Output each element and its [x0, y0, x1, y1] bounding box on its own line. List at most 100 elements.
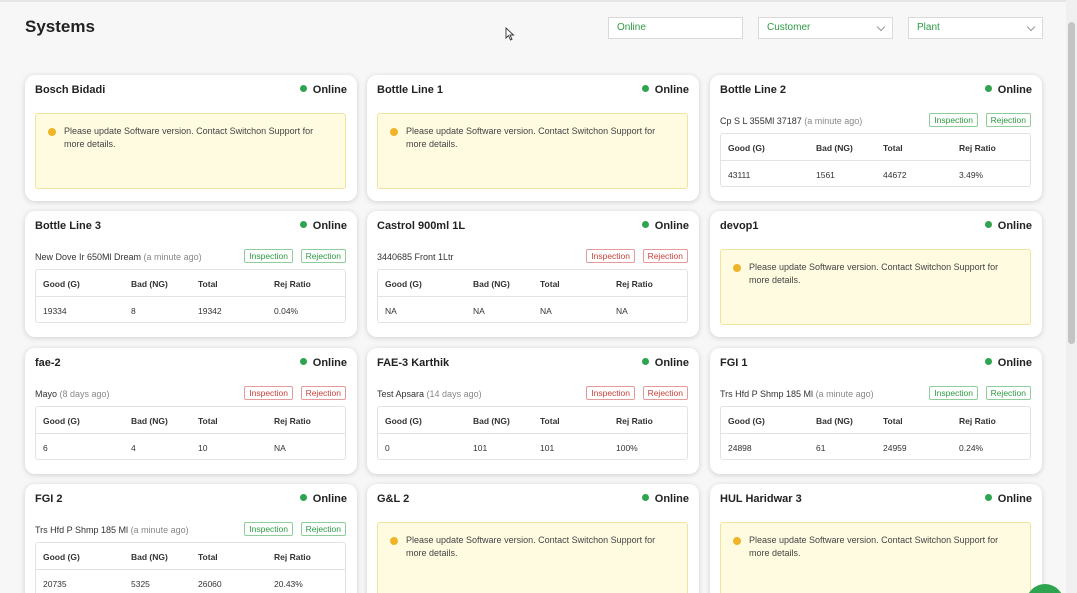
chevron-down-icon [1026, 22, 1036, 32]
system-card[interactable]: Castrol 900ml 1L Online 3440685 Front 1Ltr… [367, 211, 699, 337]
table-row: NA NA NA NA [378, 297, 687, 324]
column-header: Rej Ratio [616, 416, 653, 426]
rejection-tag[interactable]: Rejection [300, 249, 346, 263]
system-card[interactable]: G&L 2 Online Please update Software versio… [367, 484, 699, 593]
table-cell: 24898 [728, 443, 752, 453]
inspection-tag[interactable]: Inspection [929, 113, 978, 127]
table-cell: NA [385, 306, 397, 316]
system-name: Castrol 900ml 1L [377, 220, 466, 232]
table-cell: 19342 [198, 306, 222, 316]
rejection-tag[interactable]: Rejection [642, 249, 688, 263]
column-header: Total [540, 416, 560, 426]
table-row: 19334 8 19342 0.04% [36, 297, 345, 324]
system-card[interactable]: FGI 1 Online Trs Hfd P Shmp 185 Ml (a minu… [710, 348, 1042, 474]
system-name: Bottle Line 2 [720, 84, 787, 96]
column-header: Bad (NG) [816, 416, 853, 426]
status-badge: Online [299, 493, 347, 505]
product-name: Cp S L 355Ml 37187 (a minute ago) [720, 116, 862, 126]
system-name: FGI 1 [720, 357, 748, 369]
warning-dot-icon [733, 537, 741, 545]
last-updated: (a minute ago) [804, 116, 863, 126]
system-name: HUL Haridwar 3 [720, 493, 802, 505]
column-header: Rej Ratio [959, 143, 996, 153]
status-label: Online [997, 220, 1032, 232]
table-cell: 8 [131, 306, 136, 316]
system-card[interactable]: FGI 2 Online Trs Hfd P Shmp 185 Ml (a minu… [25, 484, 357, 593]
last-updated: (14 days ago) [426, 389, 482, 399]
online-status-dot [984, 221, 992, 228]
inspection-tag[interactable]: Inspection [244, 249, 293, 263]
column-header: Rej Ratio [274, 552, 311, 562]
status-label: Online [654, 493, 689, 505]
product-label: Mayo [35, 389, 58, 399]
online-status-dot [641, 494, 649, 501]
inspection-tag[interactable]: Inspection [586, 249, 635, 263]
system-card[interactable]: FAE-3 Karthik Online Test Apsara (14 days … [367, 348, 699, 474]
status-badge: Online [984, 220, 1032, 232]
status-badge: Online [984, 357, 1032, 369]
system-card[interactable]: devop1 Online Please update Software versi… [710, 211, 1042, 337]
status-label: Online [997, 357, 1032, 369]
table-cell: 0.04% [274, 306, 299, 316]
status-badge: Online [299, 220, 347, 232]
rejection-tag[interactable]: Rejection [300, 386, 346, 400]
system-name: Bottle Line 3 [35, 220, 102, 232]
table-cell: NA [473, 306, 485, 316]
column-header: Total [883, 416, 903, 426]
stats-table: Good (G) Bad (NG) Total Rej Ratio 0 101 101 100… [377, 406, 688, 460]
column-header: Total [198, 416, 218, 426]
status-filter-select[interactable]: Online [608, 17, 743, 39]
status-badge: Online [299, 357, 347, 369]
rejection-tag[interactable]: Rejection [642, 386, 688, 400]
plant-filter-placeholder: Plant [917, 22, 940, 33]
online-status-dot [984, 85, 992, 92]
plant-filter-select[interactable]: Plant [908, 17, 1043, 39]
product-label: Test Apsara [377, 389, 425, 399]
software-warning: Please update Software version. Contact … [377, 113, 688, 189]
rejection-tag[interactable]: Rejection [300, 522, 346, 536]
stats-table: Good (G) Bad (NG) Total Rej Ratio 43111 1561 4… [720, 133, 1031, 187]
column-header: Good (G) [728, 143, 765, 153]
table-cell: 1561 [816, 170, 835, 180]
inspection-tag[interactable]: Inspection [586, 386, 635, 400]
status-filter-value: Online [617, 22, 646, 33]
system-card[interactable]: Bottle Line 2 Online Cp S L 355Ml 37187 (a… [710, 75, 1042, 201]
online-status-dot [641, 358, 649, 365]
system-card[interactable]: fae-2 Online Mayo (8 days ago) Inspection Re… [25, 348, 357, 474]
status-label: Online [312, 357, 347, 369]
inspection-tag[interactable]: Inspection [244, 386, 293, 400]
system-card[interactable]: Bottle Line 3 Online New Dove Ir 650Ml Dre… [25, 211, 357, 337]
software-warning: Please update Software version. Contact … [377, 522, 688, 593]
last-updated: (8 days ago) [59, 389, 110, 399]
system-card[interactable]: HUL Haridwar 3 Online Please update Softwa… [710, 484, 1042, 593]
column-header: Bad (NG) [131, 279, 168, 289]
table-cell: NA [540, 306, 552, 316]
scrollbar-thumb[interactable] [1068, 22, 1075, 344]
product-name: Mayo (8 days ago) [35, 389, 110, 399]
column-header: Rej Ratio [274, 279, 311, 289]
inspection-tag[interactable]: Inspection [929, 386, 978, 400]
online-status-dot [299, 85, 307, 92]
status-label: Online [312, 84, 347, 96]
status-badge: Online [984, 84, 1032, 96]
status-label: Online [997, 84, 1032, 96]
product-name: Trs Hfd P Shmp 185 Ml (a minute ago) [720, 389, 874, 399]
system-card[interactable]: Bottle Line 1 Online Please update Softwar… [367, 75, 699, 201]
table-cell: 19334 [43, 306, 67, 316]
page-scrollbar[interactable] [1066, 0, 1077, 593]
table-cell: NA [274, 443, 286, 453]
system-name: fae-2 [35, 357, 61, 369]
inspection-tag[interactable]: Inspection [244, 522, 293, 536]
warning-dot-icon [390, 128, 398, 136]
rejection-tag[interactable]: Rejection [985, 386, 1031, 400]
system-card[interactable]: Bosch Bidadi Online Please update Software… [25, 75, 357, 201]
product-name: Test Apsara (14 days ago) [377, 389, 482, 399]
customer-filter-select[interactable]: Customer [758, 17, 893, 39]
column-header: Total [540, 279, 560, 289]
warning-text: Please update Software version. Contact … [64, 126, 314, 149]
rejection-tag[interactable]: Rejection [985, 113, 1031, 127]
status-badge: Online [299, 84, 347, 96]
table-header-row: Good (G) Bad (NG) Total Rej Ratio [721, 407, 1030, 434]
status-label: Online [654, 84, 689, 96]
last-updated: (a minute ago) [815, 389, 874, 399]
